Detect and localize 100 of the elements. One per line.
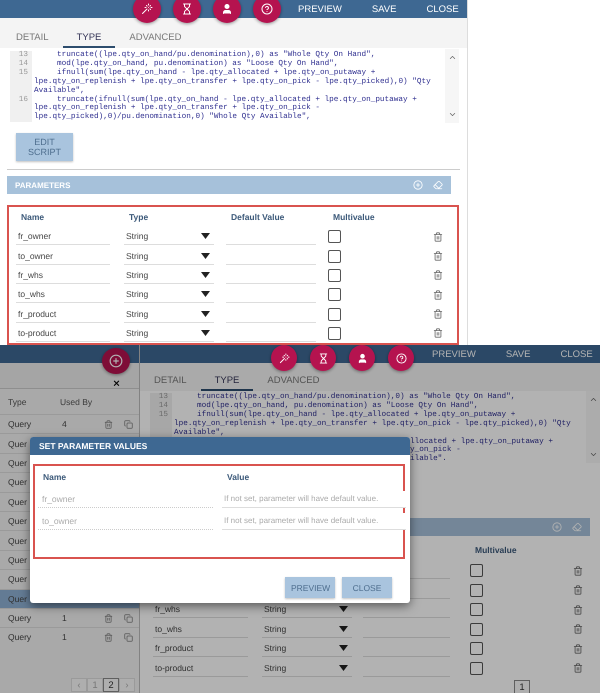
section-title: PARAMETERS bbox=[15, 180, 72, 190]
close-icon[interactable] bbox=[112, 379, 121, 388]
query-row[interactable]: Query 4 bbox=[0, 414, 139, 434]
multivalue-checkbox[interactable] bbox=[328, 288, 341, 302]
delete-icon[interactable] bbox=[104, 420, 113, 429]
user-button[interactable] bbox=[349, 345, 375, 371]
tab[interactable]: ADVANCED bbox=[253, 375, 334, 391]
delete-icon[interactable] bbox=[433, 251, 443, 262]
scroll-up-icon[interactable] bbox=[588, 395, 598, 404]
multivalue-checkbox[interactable] bbox=[470, 622, 483, 636]
help-button[interactable] bbox=[253, 0, 281, 23]
delete-icon[interactable] bbox=[573, 624, 583, 634]
column-header: Value bbox=[226, 472, 250, 482]
help-button[interactable] bbox=[388, 345, 414, 371]
used-by-count: 1 bbox=[62, 632, 67, 642]
delete-icon[interactable] bbox=[573, 566, 583, 576]
name-field[interactable]: fr_owner bbox=[16, 228, 110, 246]
value-field[interactable]: If not set, parameter will have default value. bbox=[222, 512, 406, 530]
type-dropdown[interactable]: String bbox=[124, 286, 214, 304]
caret-icon bbox=[201, 272, 210, 278]
used-by-count: 1 bbox=[62, 613, 67, 624]
name-field[interactable]: to-product bbox=[16, 324, 110, 342]
delete-icon[interactable] bbox=[573, 663, 583, 674]
toolbar-action[interactable]: SAVE bbox=[372, 4, 396, 14]
delete-icon[interactable] bbox=[433, 328, 443, 338]
copy-icon[interactable] bbox=[124, 614, 133, 623]
multivalue-checkbox[interactable] bbox=[328, 230, 341, 244]
copy-icon[interactable] bbox=[124, 420, 133, 429]
multivalue-checkbox[interactable] bbox=[328, 250, 341, 263]
name-field[interactable]: fr_product bbox=[153, 640, 248, 658]
type-dropdown[interactable]: String bbox=[262, 640, 352, 658]
multivalue-checkbox[interactable] bbox=[328, 326, 341, 340]
help-icon bbox=[396, 352, 406, 364]
page-button[interactable]: 1 bbox=[514, 680, 530, 693]
multivalue-checkbox[interactable] bbox=[328, 268, 341, 282]
column-header: Type bbox=[8, 396, 28, 406]
tab[interactable]: ADVANCED bbox=[115, 32, 196, 48]
toolbar-action[interactable]: SAVE bbox=[506, 348, 530, 360]
type-text: Quer bbox=[8, 554, 27, 565]
name-field[interactable]: to_whs bbox=[16, 286, 110, 304]
multivalue-checkbox[interactable] bbox=[470, 662, 483, 675]
query-row[interactable]: Query 1 bbox=[0, 627, 139, 647]
multivalue-checkbox[interactable] bbox=[470, 642, 483, 656]
user-button[interactable] bbox=[213, 0, 241, 23]
type-text: Quer bbox=[8, 458, 27, 468]
add-button[interactable] bbox=[102, 348, 130, 374]
tab[interactable]: DETAIL bbox=[140, 375, 201, 391]
type-dropdown[interactable]: String bbox=[124, 306, 214, 323]
hourglass-icon bbox=[318, 352, 328, 364]
wand-button[interactable] bbox=[271, 345, 297, 371]
delete-icon[interactable] bbox=[433, 309, 443, 320]
scroll-down-icon[interactable] bbox=[448, 110, 456, 119]
delete-icon[interactable] bbox=[433, 232, 443, 242]
name-field[interactable]: to-product bbox=[153, 660, 248, 677]
multivalue-checkbox[interactable] bbox=[470, 564, 483, 578]
type-dropdown[interactable]: String bbox=[124, 248, 214, 265]
delete-icon[interactable] bbox=[433, 290, 443, 300]
hourglass-icon bbox=[181, 3, 193, 15]
scroll-down-icon[interactable] bbox=[588, 450, 598, 459]
multivalue-checkbox[interactable] bbox=[470, 603, 483, 616]
multivalue-checkbox[interactable] bbox=[328, 308, 341, 321]
toolbar-action[interactable]: CLOSE bbox=[426, 4, 459, 14]
toolbar-action[interactable]: PREVIEW bbox=[432, 348, 476, 360]
type-dropdown[interactable]: String bbox=[262, 620, 352, 638]
add-icon bbox=[109, 354, 123, 368]
tab[interactable]: DETAIL bbox=[2, 32, 63, 48]
value-field[interactable]: If not set, parameter will have default value. bbox=[222, 490, 406, 508]
wand-button[interactable] bbox=[133, 0, 161, 23]
delete-icon[interactable] bbox=[573, 644, 583, 654]
toolbar-action[interactable]: CLOSE bbox=[560, 348, 593, 360]
column-header: Name bbox=[42, 472, 66, 482]
toolbar-action[interactable]: PREVIEW bbox=[298, 4, 342, 14]
page-button[interactable]: 2 bbox=[103, 678, 119, 692]
copy-icon[interactable] bbox=[124, 632, 133, 642]
name-field[interactable]: to_owner bbox=[16, 248, 110, 265]
scroll-up-icon[interactable] bbox=[448, 53, 456, 62]
user-icon bbox=[356, 352, 368, 364]
type-dropdown[interactable]: String bbox=[124, 266, 214, 284]
multivalue-checkbox[interactable] bbox=[470, 584, 483, 597]
delete-icon[interactable] bbox=[573, 604, 583, 615]
type-dropdown[interactable]: String bbox=[262, 660, 352, 677]
delete-icon[interactable] bbox=[104, 614, 113, 623]
name-field[interactable]: to_whs bbox=[153, 620, 248, 638]
delete-icon[interactable] bbox=[433, 270, 443, 280]
name-field[interactable]: fr_whs bbox=[16, 266, 110, 284]
wand-icon bbox=[278, 352, 290, 364]
hourglass-button[interactable] bbox=[173, 0, 201, 23]
type-dropdown[interactable]: String bbox=[124, 228, 214, 246]
type-dropdown[interactable]: String bbox=[124, 324, 214, 342]
caret-icon bbox=[339, 606, 348, 612]
hourglass-button[interactable] bbox=[310, 345, 336, 371]
caret-icon bbox=[201, 291, 210, 298]
delete-icon[interactable] bbox=[104, 632, 113, 642]
type-text: Quer bbox=[8, 438, 27, 449]
code-editor[interactable] bbox=[10, 49, 459, 123]
type-text: Quer bbox=[8, 594, 27, 604]
delete-icon[interactable] bbox=[573, 585, 583, 596]
type-text: Query bbox=[8, 632, 32, 642]
query-row[interactable]: Query 1 bbox=[0, 608, 139, 628]
name-field[interactable]: fr_product bbox=[16, 306, 110, 323]
